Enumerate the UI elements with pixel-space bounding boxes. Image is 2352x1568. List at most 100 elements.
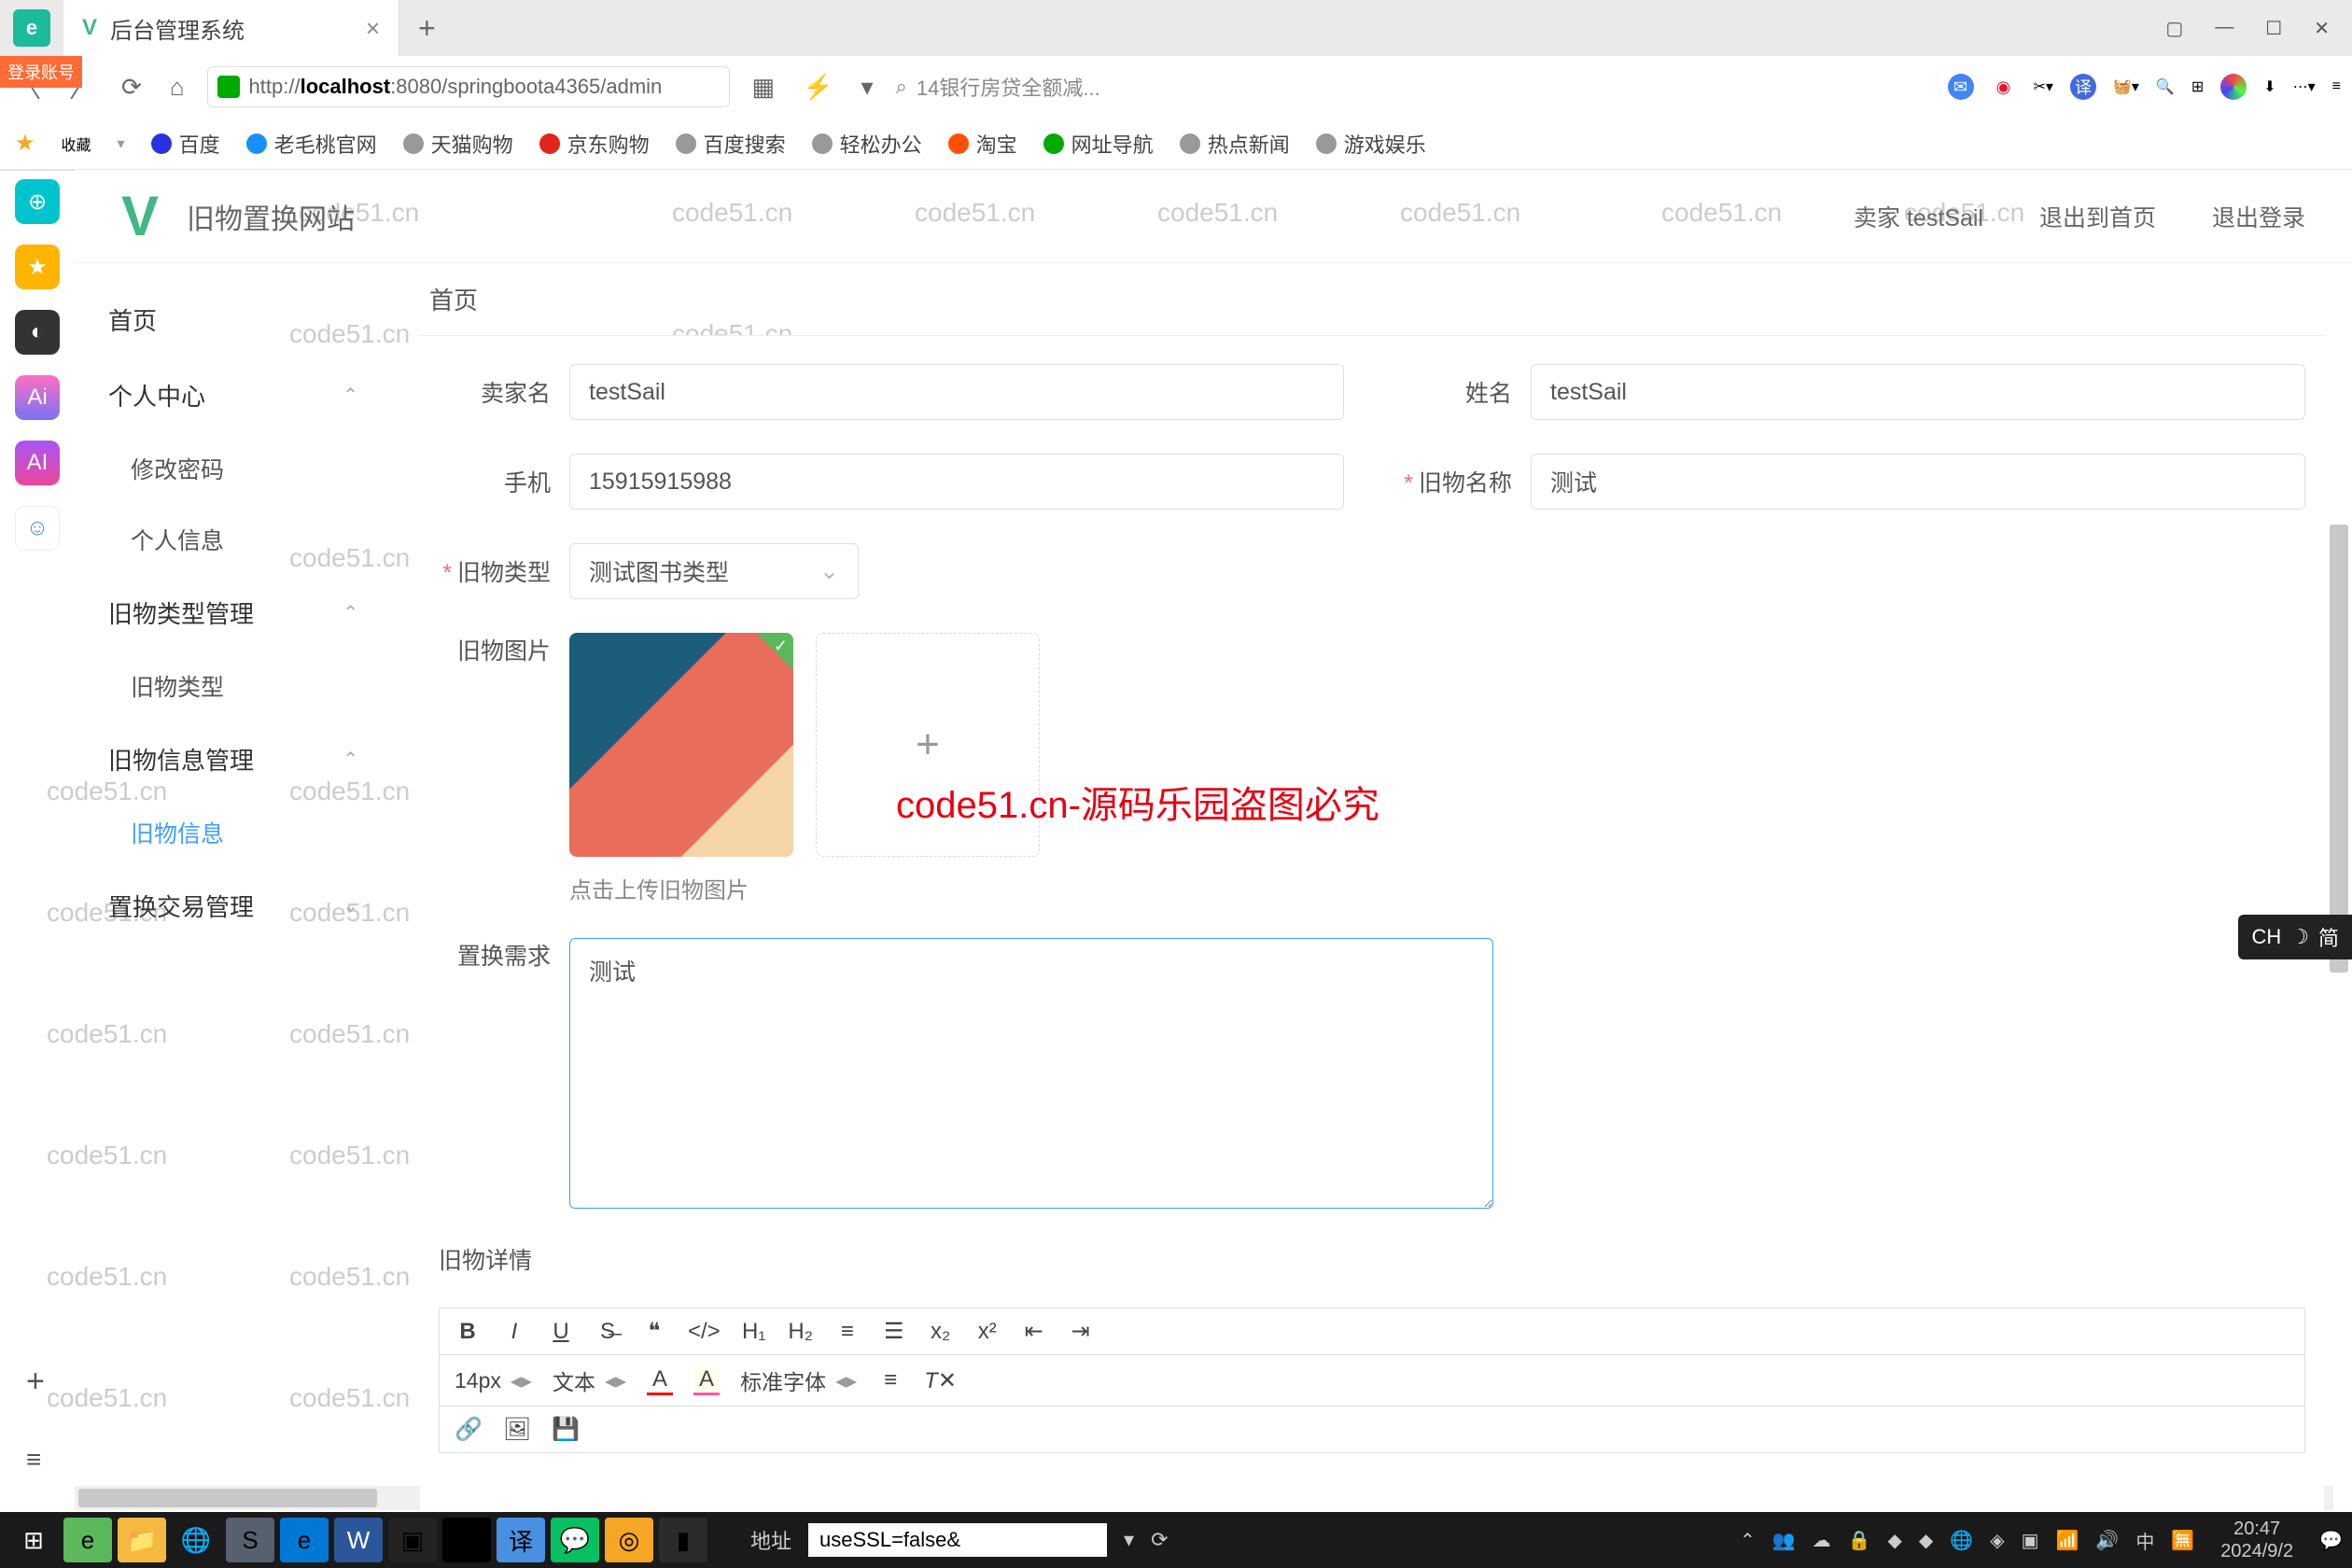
sidebar-item-personalinfo[interactable]: 个人信息 (75, 504, 392, 575)
align-icon[interactable]: ≡ (877, 1367, 903, 1393)
minimize-icon[interactable]: — (2215, 17, 2233, 40)
tb-explorer-icon[interactable]: 📁 (118, 1518, 166, 1562)
address-bar[interactable]: http://localhost:8080/springboota4365/ad… (207, 66, 730, 107)
bookmark-office[interactable]: 轻松办公 (812, 129, 922, 159)
bookmark-news[interactable]: 热点新闻 (1180, 129, 1290, 159)
tray-notification-icon[interactable]: 💬 (2319, 1529, 2343, 1552)
sidebar-item-changepw[interactable]: 修改密码 (75, 433, 392, 504)
bookmark-jd[interactable]: 京东购物 (539, 129, 650, 159)
tray-app2-icon[interactable]: ◆ (1919, 1529, 1933, 1552)
tb-sublime-icon[interactable]: S (226, 1518, 274, 1562)
quote-icon[interactable]: ❝ (641, 1318, 667, 1345)
strike-icon[interactable]: S̶ (595, 1319, 621, 1345)
dock-app-4[interactable]: Ai (15, 375, 60, 420)
weibo-icon[interactable]: ◉ (1991, 74, 2017, 100)
header-user[interactable]: 卖家 testSail (1854, 200, 1983, 233)
dock-menu-icon[interactable]: ≡ (26, 1445, 41, 1475)
tray-safe-icon[interactable]: 🔒 (1848, 1529, 1871, 1552)
h1-icon[interactable]: H₁ (741, 1319, 767, 1345)
ol-icon[interactable]: ≡ (834, 1319, 861, 1345)
name-input[interactable] (1531, 364, 2305, 420)
bookmark-tmall[interactable]: 天猫购物 (403, 129, 513, 159)
tray-volume-icon[interactable]: 🔊 (2095, 1529, 2119, 1552)
bookmark-baidusearch[interactable]: 百度搜索 (676, 129, 786, 159)
dock-app-5[interactable]: AI (15, 441, 60, 485)
tb-wechat-icon[interactable]: 💬 (551, 1518, 599, 1562)
tray-app5-icon[interactable]: ▣ (2022, 1529, 2039, 1552)
fontsize-select[interactable]: 14px◂▸ (455, 1368, 532, 1393)
dock-app-2[interactable]: ★ (15, 245, 60, 289)
omni-search[interactable]: ⌕ 14银行房贷全额减... (896, 72, 1100, 102)
sidebar-item-info[interactable]: 旧物信息 (75, 797, 392, 868)
sup-icon[interactable]: x² (974, 1319, 1001, 1345)
tray-clock[interactable]: 20:47 2024/9/2 (2211, 1518, 2303, 1562)
bookmark-nav[interactable]: 网址导航 (1043, 129, 1154, 159)
tb-terminal-icon[interactable]: ▮ (659, 1518, 707, 1562)
italic-icon[interactable]: I (501, 1319, 527, 1345)
itemtype-select[interactable]: 测试图书类型 ⌄ (569, 543, 859, 599)
tb-translate-icon[interactable]: 译 (497, 1518, 545, 1562)
dock-add-icon[interactable]: + (26, 1364, 45, 1400)
tb-addr-dropdown-icon[interactable]: ▾ (1124, 1528, 1134, 1552)
browser-tab[interactable]: V 后台管理系统 × (63, 0, 399, 56)
favorites-star-icon[interactable]: ★ (15, 130, 35, 157)
sidebar-item-typemgmt[interactable]: 旧物类型管理⌃ (75, 575, 392, 651)
tray-app1-icon[interactable]: ◆ (1888, 1529, 1902, 1552)
save-icon[interactable]: 💾 (552, 1416, 580, 1443)
bookmark-taobao[interactable]: 淘宝 (948, 129, 1017, 159)
seller-input[interactable] (569, 364, 1344, 420)
start-icon[interactable]: ⊞ (9, 1518, 58, 1562)
upload-add-button[interactable]: + (816, 633, 1040, 857)
more-icon[interactable]: ⋯▾ (2293, 77, 2316, 96)
new-tab-button[interactable]: + (418, 11, 436, 46)
maximize-icon[interactable]: ☐ (2265, 17, 2282, 40)
scissors-icon[interactable]: ✂▾ (2034, 77, 2053, 96)
tb-pycharm-icon[interactable]: ▣ (388, 1518, 437, 1562)
flash-icon[interactable]: ⚡ (797, 73, 838, 102)
clear-icon[interactable]: T✕ (924, 1367, 957, 1394)
dropdown-icon[interactable]: ▾ (856, 73, 879, 102)
grid-icon[interactable]: ⊞ (2191, 77, 2204, 96)
tb-app-icon[interactable]: ◎ (605, 1518, 653, 1562)
outdent-icon[interactable]: ⇥ (1068, 1318, 1094, 1345)
ul-icon[interactable]: ☰ (881, 1318, 907, 1345)
bgcolor-icon[interactable]: A (693, 1366, 720, 1395)
sidebar-item-personal[interactable]: 个人中心⌃ (75, 357, 392, 433)
close-window-icon[interactable]: ✕ (2314, 17, 2330, 40)
image-icon[interactable]: 🖼 (503, 1416, 531, 1443)
tray-wifi-icon[interactable]: 📶 (2056, 1529, 2079, 1552)
download-icon[interactable]: ⬇ (2263, 77, 2275, 96)
tray-app3-icon[interactable]: 🌐 (1950, 1529, 1973, 1552)
tray-up-icon[interactable]: ⌃ (1740, 1529, 1756, 1552)
sidebar-item-trademgmt[interactable]: 置换交易管理⌄ (75, 868, 392, 944)
sidebar-item-home[interactable]: 首页 (75, 282, 392, 357)
underline-icon[interactable]: U (548, 1319, 574, 1345)
code-icon[interactable]: </> (688, 1319, 721, 1345)
basket-icon[interactable]: 🧺▾ (2113, 77, 2139, 96)
tray-onedrive-icon[interactable]: ☁ (1813, 1529, 1831, 1552)
tray-people-icon[interactable]: 👥 (1772, 1529, 1796, 1552)
login-badge[interactable]: 登录账号 (0, 56, 82, 88)
bookmark-games[interactable]: 游戏娱乐 (1316, 129, 1426, 159)
tray-ime-icon[interactable]: 🈚 (2171, 1529, 2194, 1552)
breadcrumb[interactable]: 首页 (420, 263, 2324, 336)
home-icon[interactable]: ⌂ (164, 73, 190, 102)
color-icon[interactable] (2220, 74, 2247, 100)
translate-icon[interactable]: 译 (2070, 74, 2096, 100)
tb-word-icon[interactable]: W (334, 1518, 383, 1562)
zoom-icon[interactable]: 🔍 (2156, 77, 2175, 96)
indent-icon[interactable]: ⇤ (1021, 1318, 1047, 1345)
favorites-label[interactable]: 收藏 (62, 133, 91, 155)
bookmark-laomaotao[interactable]: 老毛桃官网 (246, 129, 377, 159)
tb-refresh-icon[interactable]: ⟳ (1151, 1528, 1168, 1552)
dock-app-6[interactable]: ☺ (15, 506, 60, 551)
link-icon[interactable]: 🔗 (455, 1416, 483, 1443)
tb-edge-icon[interactable]: e (280, 1518, 329, 1562)
demand-textarea[interactable] (569, 938, 1493, 1209)
tb-idea-icon[interactable]: IJ (442, 1518, 491, 1562)
texttype-select[interactable]: 文本◂▸ (553, 1365, 626, 1396)
menu-icon[interactable]: ≡ (2332, 78, 2341, 95)
reload-icon[interactable]: ⟳ (116, 73, 147, 102)
bold-icon[interactable]: B (455, 1319, 481, 1345)
h2-icon[interactable]: H₂ (788, 1319, 814, 1345)
